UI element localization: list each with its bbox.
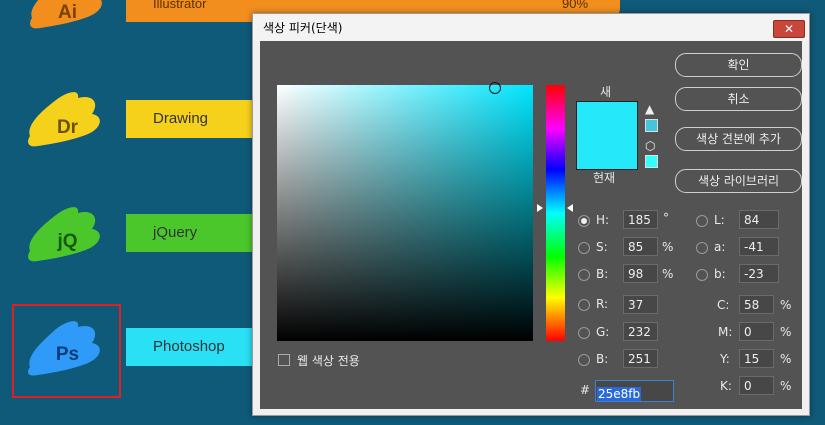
y-input[interactable]: 15: [739, 349, 774, 368]
new-color-swatch: [576, 101, 638, 136]
jquery-skill-bar: jQuery: [126, 214, 252, 252]
hex-label: #: [580, 383, 591, 397]
h-unit: °: [663, 211, 669, 225]
web-safe-cube-icon[interactable]: ⬡: [645, 139, 655, 153]
photoshop-skill-bar: Photoshop: [126, 328, 252, 366]
k-input[interactable]: 0: [739, 376, 774, 395]
drawing-skill-bar: Drawing: [126, 100, 252, 138]
a-input[interactable]: -41: [739, 237, 779, 256]
b-lab-input[interactable]: -23: [739, 264, 779, 283]
y-unit: %: [780, 352, 792, 366]
hex-value: 25e8fb: [597, 387, 642, 401]
c-unit: %: [780, 298, 792, 312]
color-libraries-button[interactable]: 색상 라이브러리: [675, 169, 802, 193]
h-input[interactable]: 185: [623, 210, 658, 229]
hex-input[interactable]: 25e8fb: [595, 380, 674, 402]
selection-box: [12, 304, 121, 398]
s-unit: %: [662, 240, 674, 254]
s-label: S:: [596, 240, 608, 254]
l-radio[interactable]: [696, 215, 708, 227]
r-label: R:: [596, 297, 609, 311]
add-to-swatches-button[interactable]: 색상 견본에 추가: [675, 127, 802, 151]
c-input[interactable]: 58: [739, 295, 774, 314]
dialog-client-area: 새 현재 ▲ ⬡ 확인 취소 색상 견본에 추가 색상 라이브러리 H: 185…: [260, 41, 802, 409]
b-rgb-input[interactable]: 251: [623, 349, 658, 368]
jquery-abbr: jQ: [57, 231, 78, 252]
b-lab-radio[interactable]: [696, 269, 708, 281]
b-lab-label: b:: [714, 267, 726, 281]
g-label: G:: [596, 325, 610, 339]
current-color-swatch[interactable]: [576, 135, 638, 170]
h-radio[interactable]: [578, 215, 590, 227]
m-input[interactable]: 0: [739, 322, 774, 341]
s-radio[interactable]: [578, 242, 590, 254]
drawing-logo: Dr: [20, 82, 115, 162]
b-rgb-label: B:: [596, 352, 609, 366]
illustrator-logo: Ai: [20, 0, 115, 40]
color-picker-dialog: 색상 피커(단색) ✕ 새 현재 ▲ ⬡ 확인 취소 색상 견본에 추가 색상 …: [252, 13, 810, 416]
m-unit: %: [780, 325, 792, 339]
close-button[interactable]: ✕: [773, 20, 805, 38]
new-color-label: 새: [600, 85, 612, 99]
m-label: M:: [718, 325, 733, 339]
web-safe-swatch[interactable]: [645, 155, 658, 168]
illustrator-label: Illustrator: [153, 0, 207, 11]
web-colors-label: 웹 색상 전용: [297, 354, 360, 368]
g-radio[interactable]: [578, 327, 590, 339]
s-input[interactable]: 85: [623, 237, 658, 256]
b-hsb-input[interactable]: 98: [623, 264, 658, 283]
k-unit: %: [780, 379, 792, 393]
current-color-label: 현재: [593, 171, 616, 185]
y-label: Y:: [720, 352, 730, 366]
a-label: a:: [714, 240, 726, 254]
drawing-abbr: Dr: [56, 117, 79, 138]
b-hsb-unit: %: [662, 267, 674, 281]
cancel-button[interactable]: 취소: [675, 87, 802, 111]
ok-button[interactable]: 확인: [675, 53, 802, 77]
k-label: K:: [720, 379, 732, 393]
h-label: H:: [596, 213, 610, 227]
saturation-brightness-field[interactable]: [277, 85, 533, 341]
field-cursor[interactable]: [489, 82, 501, 94]
hue-slider-left-arrow[interactable]: [537, 204, 543, 212]
gamut-swatch[interactable]: [645, 119, 658, 132]
a-radio[interactable]: [696, 242, 708, 254]
close-icon: ✕: [783, 22, 795, 36]
hue-slider-right-arrow[interactable]: [567, 204, 573, 212]
dialog-title: 색상 피커(단색): [263, 21, 343, 35]
b-rgb-radio[interactable]: [578, 354, 590, 366]
g-input[interactable]: 232: [623, 322, 658, 341]
l-input[interactable]: 84: [739, 210, 779, 229]
b-hsb-label: B:: [596, 267, 609, 281]
web-colors-checkbox[interactable]: [278, 354, 290, 366]
r-radio[interactable]: [578, 299, 590, 311]
dialog-titlebar[interactable]: 색상 피커(단색) ✕: [253, 14, 809, 41]
hue-slider[interactable]: [546, 85, 565, 341]
jquery-logo: jQ: [20, 197, 115, 277]
b-hsb-radio[interactable]: [578, 269, 590, 281]
l-label: L:: [714, 213, 725, 227]
c-label: C:: [717, 298, 730, 312]
illustrator-abbr: Ai: [58, 2, 77, 23]
illustrator-percent: 90%: [562, 0, 589, 11]
gamut-warning-icon[interactable]: ▲: [645, 102, 654, 116]
r-input[interactable]: 37: [623, 295, 658, 314]
